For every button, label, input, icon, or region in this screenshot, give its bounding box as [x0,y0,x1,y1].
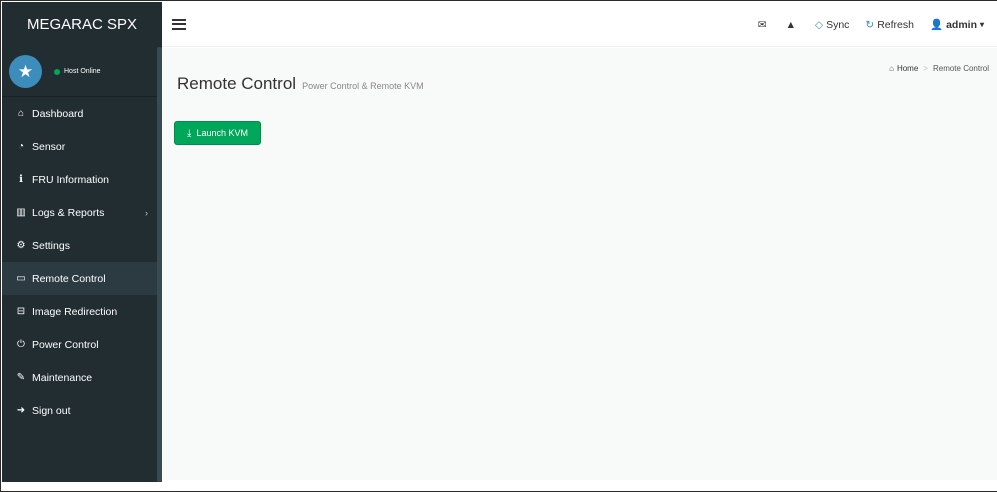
messages-button[interactable]: ✉ [758,19,770,31]
sidebar-item-sign-out[interactable]: ➜ Sign out [2,394,162,427]
user-label: admin [946,18,977,31]
sidebar-item-label: Power Control [32,338,99,351]
sidebar-item-label: Logs & Reports [32,206,105,219]
status-dot-icon [54,68,60,75]
sidebar: MEGARAC SPX ★ Host Online ⌂ Dashboard ◔ … [2,2,162,482]
sidebar-item-label: FRU Information [32,173,110,186]
sidebar-item-label: Sign out [32,404,71,417]
top-navbar: ✉ ▲ ◇ Sync ↻ Refresh 👤 admin ▾ [162,2,997,47]
user-panel: ★ Host Online [2,47,162,97]
wrench-icon: ✎ [16,372,26,383]
sync-button[interactable]: ◇ Sync [815,19,849,31]
alerts-button[interactable]: ▲ [786,19,799,31]
sync-icon: ◇ [814,18,824,31]
home-icon: ⌂ [889,64,894,73]
power-icon: ⏻ [17,339,25,350]
sidebar-item-label: Sensor [32,140,66,153]
brand-text: MEGARAC SPX [26,16,138,33]
sidebar-item-dashboard[interactable]: ⌂ Dashboard [2,97,162,130]
sidebar-item-label: Image Redirection [32,305,118,318]
content-area: Remote Control Power Control & Remote KV… [162,48,997,480]
info-icon: ℹ [19,174,23,185]
brand-logo[interactable]: MEGARAC SPX [2,2,162,47]
sidebar-item-maintenance[interactable]: ✎ Maintenance [2,361,162,394]
host-status-label: Host Online [64,68,101,75]
sidebar-item-image-redirection[interactable]: ⊟ Image Redirection [2,295,162,328]
sidebar-item-power-control[interactable]: ⏻ Power Control [2,328,162,361]
tachometer-icon: ◔ [17,141,25,152]
sidebar-item-label: Remote Control [32,272,106,285]
star-icon: ★ [9,55,42,88]
page-subtitle: Power Control & Remote KVM [302,81,424,91]
refresh-button[interactable]: ↻ Refresh [865,19,914,31]
sidebar-menu: ⌂ Dashboard ◔ Sensor ℹ FRU Information ▥… [2,97,162,427]
home-icon: ⌂ [17,108,25,119]
sidebar-item-remote-control[interactable]: ▭ Remote Control [2,262,162,295]
envelope-icon: ✉ [757,18,767,31]
sidebar-item-label: Dashboard [32,107,84,120]
sidebar-item-fru-information[interactable]: ℹ FRU Information [2,163,162,196]
download-icon: ⤓ [187,127,192,139]
monitor-icon: ▭ [16,273,26,284]
navbar-right: ✉ ▲ ◇ Sync ↻ Refresh 👤 admin ▾ [742,2,987,47]
user-icon: 👤 [929,19,944,31]
warning-icon: ▲ [785,18,796,31]
sync-label: Sync [826,18,850,31]
chart-icon: ▥ [16,207,26,218]
breadcrumb: ⌂ Home > Remote Control [889,64,989,73]
page-header: Remote Control Power Control & Remote KV… [177,74,424,94]
gear-icon: ⚙ [16,240,26,251]
menu-toggle-icon[interactable] [172,18,186,30]
sidebar-item-logs-reports[interactable]: ▥ Logs & Reports › [2,196,162,229]
page-title: Remote Control [177,74,297,93]
chevron-right-icon: › [145,207,148,218]
sign-out-icon: ➜ [16,405,26,416]
breadcrumb-current: Remote Control [932,64,989,73]
drive-icon: ⊟ [16,306,26,317]
sidebar-item-label: Settings [32,239,70,252]
refresh-icon: ↻ [865,18,875,31]
launch-kvm-label: Launch KVM [196,128,248,138]
sidebar-item-sensor[interactable]: ◔ Sensor [2,130,162,163]
sidebar-item-settings[interactable]: ⚙ Settings [2,229,162,262]
launch-kvm-button[interactable]: ⤓ Launch KVM [174,121,261,145]
host-status: Host Online [54,68,101,75]
caret-down-icon: ▾ [979,20,984,29]
refresh-label: Refresh [877,18,914,31]
user-menu[interactable]: 👤 admin ▾ [929,18,987,32]
breadcrumb-home-link[interactable]: Home [897,64,918,73]
app-window: MEGARAC SPX ★ Host Online ⌂ Dashboard ◔ … [0,0,997,492]
breadcrumb-separator: > [923,64,928,73]
sidebar-item-label: Maintenance [32,371,93,384]
